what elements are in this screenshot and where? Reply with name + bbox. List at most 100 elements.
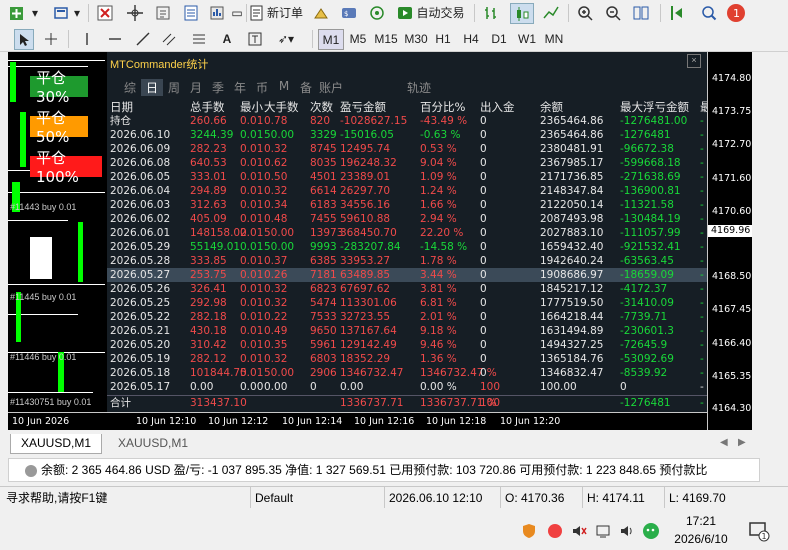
tab-magic[interactable]: M [273, 79, 295, 96]
cell-pct: -43.49 % [420, 115, 468, 127]
bar-open: O: 4170.36 [500, 487, 583, 509]
tab-overview[interactable]: 综 [119, 79, 141, 96]
clock-date[interactable]: 2026/6/10 [666, 532, 736, 546]
channel-icon[interactable] [160, 29, 178, 48]
horizontal-line-icon[interactable] [106, 29, 124, 48]
terminal-icon[interactable]: ▭ [230, 3, 244, 22]
arrows-icon[interactable]: ➶▾ [274, 29, 298, 48]
order-label: #11430751 buy 0.01 [10, 397, 92, 407]
strategy-tester-icon[interactable] [310, 3, 332, 22]
table-row[interactable]: 2026.06.05 333.01 0.01 0.50 4501 23389.01 1.09… [107, 170, 707, 184]
wechat-icon[interactable] [546, 522, 564, 540]
cell-min: 0.01 [240, 157, 264, 169]
table-row[interactable]: 2026.05.27 253.75 0.01 0.26 7181 63489.85 3.44… [107, 268, 707, 282]
tf-m30-button[interactable]: M30 [402, 29, 430, 48]
navigator-icon[interactable] [152, 3, 174, 22]
tf-h4-button[interactable]: H4 [460, 29, 482, 48]
vertical-line-icon[interactable] [78, 29, 96, 48]
close-30-button[interactable]: 平仓30% [30, 69, 88, 106]
search-icon[interactable] [698, 3, 720, 22]
cell-maxdd: -11321.58 [620, 199, 674, 211]
tf-m5-button[interactable]: M5 [346, 29, 370, 48]
new-chart-icon[interactable] [6, 3, 28, 22]
tf-m15-button[interactable]: M15 [372, 29, 400, 48]
table-row[interactable]: 2026.05.17 0.00 0.00 0.00 0 0.00 0.00 % 100 100.… [107, 380, 707, 394]
table-row[interactable]: 2026.05.18 101844.75 0.01 50.00 2906 1346732.… [107, 366, 707, 380]
text-icon[interactable]: A [218, 29, 236, 48]
close-50-button[interactable]: 平仓50% [30, 109, 88, 146]
table-row[interactable]: 2026.05.21 430.18 0.01 0.49 9650 137167.64 9.1… [107, 324, 707, 338]
tab-yearly[interactable]: 年 [229, 79, 251, 96]
tab-weekly[interactable]: 周 [163, 79, 185, 96]
close-chart-icon[interactable] [94, 3, 116, 22]
table-row[interactable]: 2026.06.01 148158.02 0.01 50.00 13973 368450.… [107, 226, 707, 240]
autotrading-button[interactable]: 自动交易 [394, 3, 468, 22]
chart-tab[interactable]: XAUUSD,M1 [108, 434, 198, 453]
table-row[interactable]: 2026.05.19 282.12 0.01 0.32 6803 18352.29 1.36… [107, 352, 707, 366]
crosshair-icon[interactable] [42, 29, 60, 48]
signals-icon[interactable] [366, 3, 388, 22]
data-window-icon[interactable] [206, 3, 228, 22]
table-row[interactable]: 持仓 260.66 0.01 0.78 820 -1028627.15 -43.49 % 0 2… [107, 114, 707, 128]
table-row[interactable]: 2026.06.10 3244.39 0.01 50.00 3329 -15016.05 -… [107, 128, 707, 142]
text-label-icon[interactable] [246, 29, 264, 48]
tile-windows-icon[interactable] [630, 3, 652, 22]
chart-tab-active[interactable]: XAUUSD,M1 [10, 434, 103, 454]
metaeditor-icon[interactable]: $ [338, 3, 360, 22]
table-row[interactable]: 2026.05.22 282.18 0.01 0.22 7533 32723.55 2.01… [107, 310, 707, 324]
profiles-icon[interactable] [50, 3, 72, 22]
cursor-icon[interactable] [14, 29, 34, 50]
table-row[interactable]: 2026.05.29 55149.01 0.01 50.00 9993 -283207.8… [107, 240, 707, 254]
notification-icon[interactable]: 1 [724, 3, 748, 22]
tf-mn-button[interactable]: MN [542, 29, 566, 48]
table-row[interactable]: 2026.05.26 326.41 0.01 0.32 6823 67697.62 3.81… [107, 282, 707, 296]
line-chart-icon[interactable] [540, 3, 562, 22]
table-row[interactable]: 2026.06.08 640.53 0.01 0.62 8035 196248.32 9.0… [107, 156, 707, 170]
chart-shift-icon[interactable] [666, 3, 688, 22]
candlestick-icon[interactable] [510, 3, 534, 24]
tab-notes[interactable]: 备 [295, 79, 317, 96]
scroll-left-icon[interactable]: ◀ [720, 437, 728, 448]
tab-daily[interactable]: 日 [141, 79, 163, 96]
total-pnl: 1336737.71 [340, 397, 404, 409]
market-watch-icon[interactable] [180, 3, 202, 22]
table-row[interactable]: 2026.06.03 312.63 0.01 0.34 6183 34556.16 1.66… [107, 198, 707, 212]
clock-time[interactable]: 17:21 [676, 514, 726, 528]
tf-h1-button[interactable]: H1 [432, 29, 454, 48]
table-row[interactable]: 2026.05.28 333.85 0.01 0.37 6385 33953.27 1.78… [107, 254, 707, 268]
tab-trail[interactable]: 轨迹 [407, 79, 431, 96]
volume-muted-icon[interactable] [570, 522, 588, 540]
tf-m1-button[interactable]: M1 [318, 29, 344, 50]
cell-last: - [700, 339, 704, 351]
tf-w1-button[interactable]: W1 [516, 29, 538, 48]
tab-quarterly[interactable]: 季 [207, 79, 229, 96]
close-icon[interactable]: × [687, 54, 701, 68]
table-row[interactable]: 2026.06.02 405.09 0.01 0.48 7455 59610.88 2.94… [107, 212, 707, 226]
chevron-down-icon[interactable]: ▾ [30, 3, 40, 22]
table-row[interactable]: 2026.05.20 310.42 0.01 0.35 5961 129142.49 9.4… [107, 338, 707, 352]
zoom-in-icon[interactable] [574, 3, 596, 22]
action-center-icon[interactable]: 1 [748, 520, 770, 542]
scroll-right-icon[interactable]: ▶ [738, 437, 746, 448]
chat-app-icon[interactable] [642, 522, 660, 540]
table-row[interactable]: 2026.05.25 292.98 0.01 0.32 5474 113301.06 6.8… [107, 296, 707, 310]
chart-window[interactable]: #11443 buy 0.01 #11445 buy 0.01 #11446 b… [8, 52, 752, 430]
crosshair-move-icon[interactable] [124, 3, 146, 22]
new-order-button[interactable]: 新订单 [248, 3, 304, 22]
tab-currency[interactable]: 币 [251, 79, 273, 96]
close-100-button[interactable]: 平仓100% [30, 149, 102, 186]
table-row[interactable]: 2026.06.04 294.89 0.01 0.32 6614 26297.70 1.24… [107, 184, 707, 198]
tab-account[interactable]: 账户 [319, 79, 343, 96]
tf-d1-button[interactable]: D1 [488, 29, 510, 48]
table-row[interactable]: 2026.06.09 282.23 0.01 0.32 8745 12495.74 0.53… [107, 142, 707, 156]
security-shield-icon[interactable] [520, 522, 538, 540]
trendline-icon[interactable] [134, 29, 152, 48]
fibonacci-icon[interactable] [190, 29, 208, 48]
speaker-icon[interactable] [618, 522, 636, 540]
cell-min: 0.01 [240, 129, 264, 141]
tab-monthly[interactable]: 月 [185, 79, 207, 96]
zoom-out-icon[interactable] [602, 3, 624, 22]
network-icon[interactable] [594, 522, 612, 540]
chevron-down-icon[interactable]: ▾ [72, 3, 82, 22]
bar-chart-icon[interactable] [480, 3, 502, 22]
